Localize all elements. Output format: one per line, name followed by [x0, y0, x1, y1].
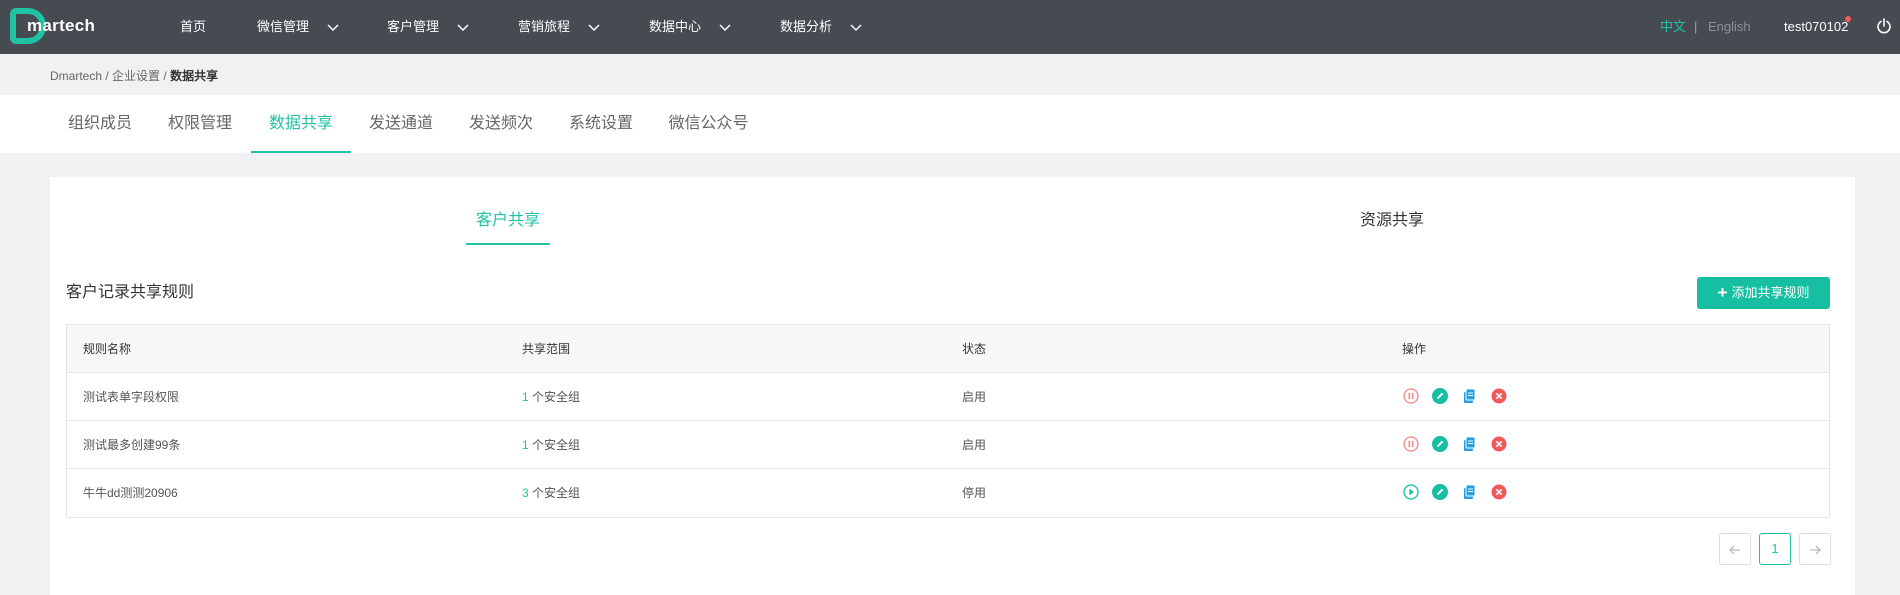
tab-data-sharing[interactable]: 数据共享 [251, 95, 351, 153]
chevron-down-icon [327, 24, 339, 31]
table-row: 牛牛dd测测20906 3 个安全组 停用 [67, 469, 1829, 517]
tab-wechat-official[interactable]: 微信公众号 [651, 95, 766, 153]
breadcrumb-parent[interactable]: 企业设置 [112, 69, 160, 83]
group-count-link[interactable]: 1 [522, 390, 529, 404]
tab-system-settings[interactable]: 系统设置 [551, 95, 651, 153]
group-unit: 个安全组 [528, 438, 581, 452]
rule-name: 测试最多创建99条 [83, 438, 181, 452]
lang-en-link[interactable]: English [1708, 0, 1751, 54]
breadcrumb-sep: / [160, 69, 171, 83]
chevron-down-icon [850, 24, 862, 31]
page-number-button[interactable]: 1 [1759, 533, 1791, 565]
group-unit: 个安全组 [528, 486, 581, 500]
lang-separator: | [1694, 19, 1698, 34]
share-scope: 1 个安全组 [522, 421, 580, 469]
share-scope: 3 个安全组 [522, 469, 580, 517]
edit-icon[interactable] [1431, 387, 1449, 405]
delete-icon[interactable] [1490, 435, 1508, 453]
nav-item-customer[interactable]: 客户管理 [387, 0, 469, 54]
top-navbar: martech 首页 微信管理 客户管理 营销旅程 数据中心 数据分析 中文 |… [0, 0, 1900, 54]
logo-text: martech [27, 16, 96, 35]
nav-item-label: 客户管理 [387, 19, 440, 34]
table-row: 测试表单字段权限 1 个安全组 启用 [67, 373, 1829, 421]
chevron-down-icon [719, 24, 731, 31]
group-unit: 个安全组 [528, 390, 581, 404]
play-icon[interactable] [1402, 483, 1420, 501]
rule-name: 牛牛dd测测20906 [83, 486, 178, 500]
delete-icon[interactable] [1490, 387, 1508, 405]
breadcrumb-current: 数据共享 [170, 69, 219, 83]
delete-icon[interactable] [1490, 483, 1508, 501]
nav-item-wechat[interactable]: 微信管理 [257, 0, 339, 54]
add-share-rule-button[interactable]: + 添加共享规则 [1697, 277, 1830, 309]
table-header: 规则名称 共享范围 状态 操作 [67, 325, 1829, 373]
add-button-label: 添加共享规则 [1731, 285, 1810, 300]
group-count-link[interactable]: 1 [522, 438, 529, 452]
breadcrumb: Dmartech / 企业设置 / 数据共享 [50, 67, 218, 84]
arrow-left-icon [1729, 545, 1740, 555]
copy-icon[interactable] [1460, 483, 1478, 501]
rule-status: 启用 [962, 438, 987, 452]
tab-send-channels[interactable]: 发送通道 [351, 95, 451, 153]
tab-members[interactable]: 组织成员 [50, 95, 150, 153]
share-scope: 1 个安全组 [522, 373, 580, 421]
user-menu[interactable]: test070102 [1784, 0, 1848, 54]
chevron-down-icon [457, 24, 469, 31]
tab-send-frequency[interactable]: 发送频次 [451, 95, 551, 153]
settings-tabs: 组织成员 权限管理 数据共享 发送通道 发送频次 系统设置 微信公众号 [0, 95, 1900, 153]
chevron-down-icon [588, 24, 600, 31]
lang-zh-link[interactable]: 中文 [1660, 0, 1686, 54]
notification-dot [1845, 16, 1851, 22]
tab-resource-sharing[interactable]: 资源共享 [1350, 197, 1434, 245]
brand-logo[interactable]: martech [10, 5, 100, 49]
column-header-status: 状态 [962, 342, 987, 356]
nav-item-home[interactable]: 首页 [180, 0, 206, 54]
power-icon[interactable] [1876, 18, 1892, 34]
prev-page-button[interactable] [1719, 533, 1751, 565]
share-rules-table: 规则名称 共享范围 状态 操作 测试表单字段权限 1 个安全组 启用 测试最多创… [66, 324, 1830, 518]
column-header-actions: 操作 [1402, 342, 1427, 356]
breadcrumb-root[interactable]: Dmartech [50, 69, 102, 83]
arrow-right-icon [1810, 545, 1821, 555]
edit-icon[interactable] [1431, 435, 1449, 453]
nav-item-label: 数据中心 [649, 19, 702, 34]
nav-item-data-center[interactable]: 数据中心 [649, 0, 731, 54]
column-header-scope: 共享范围 [522, 342, 571, 356]
copy-icon[interactable] [1460, 435, 1478, 453]
pause-icon[interactable] [1402, 387, 1420, 405]
column-header-name: 规则名称 [83, 342, 132, 356]
content-card: 客户共享 资源共享 客户记录共享规则 + 添加共享规则 规则名称 共享范围 状态 … [50, 177, 1855, 595]
rule-name: 测试表单字段权限 [83, 390, 180, 404]
nav-item-label: 数据分析 [780, 19, 833, 34]
tab-permissions[interactable]: 权限管理 [150, 95, 250, 153]
tab-customer-sharing[interactable]: 客户共享 [466, 197, 550, 245]
nav-item-label: 首页 [180, 19, 207, 34]
plus-icon: + [1717, 283, 1728, 302]
rule-status: 启用 [962, 390, 987, 404]
section-title: 客户记录共享规则 [66, 284, 195, 301]
next-page-button[interactable] [1799, 533, 1831, 565]
rule-status: 停用 [962, 486, 987, 500]
breadcrumb-sep: / [102, 69, 113, 83]
nav-item-label: 营销旅程 [518, 19, 571, 34]
edit-icon[interactable] [1431, 483, 1449, 501]
nav-item-analytics[interactable]: 数据分析 [780, 0, 862, 54]
group-count-link[interactable]: 3 [522, 486, 529, 500]
pause-icon[interactable] [1402, 435, 1420, 453]
nav-item-journey[interactable]: 营销旅程 [518, 0, 600, 54]
nav-item-label: 微信管理 [257, 19, 310, 34]
table-row: 测试最多创建99条 1 个安全组 启用 [67, 421, 1829, 469]
copy-icon[interactable] [1460, 387, 1478, 405]
